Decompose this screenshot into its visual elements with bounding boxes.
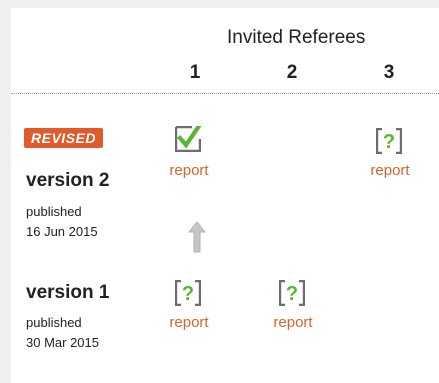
svg-text:?: ? (383, 131, 395, 153)
version-arrow-icon (187, 221, 207, 253)
question-icon: ? (175, 280, 201, 306)
version-1-published-label: published (26, 315, 82, 330)
svg-text:?: ? (286, 283, 298, 305)
referee-column-3: 3 (383, 62, 395, 83)
checkmark-icon (175, 126, 201, 152)
version-2-title: version 2 (26, 170, 110, 191)
version-2-date: 16 Jun 2015 (26, 224, 98, 239)
invited-referees-heading: Invited Referees (227, 27, 366, 48)
version-1-title: version 1 (26, 282, 110, 303)
svg-text:?: ? (182, 283, 194, 305)
version-1-date: 30 Mar 2015 (26, 335, 99, 350)
version-2-referee-1-report-link[interactable]: report (169, 162, 208, 179)
revised-badge: REVISED (24, 128, 103, 148)
referee-column-1: 1 (189, 62, 201, 83)
referee-status-panel: Invited Referees 1 2 3 REVISED version 2… (11, 8, 439, 383)
version-1-referee-2-report-link[interactable]: report (273, 314, 312, 331)
header-divider (11, 93, 439, 94)
question-icon: ? (376, 128, 402, 154)
question-icon: ? (279, 280, 305, 306)
version-1-referee-1-report-link[interactable]: report (169, 314, 208, 331)
version-2-published-label: published (26, 204, 82, 219)
referee-column-2: 2 (286, 62, 298, 83)
version-2-referee-3-report-link[interactable]: report (370, 162, 409, 179)
